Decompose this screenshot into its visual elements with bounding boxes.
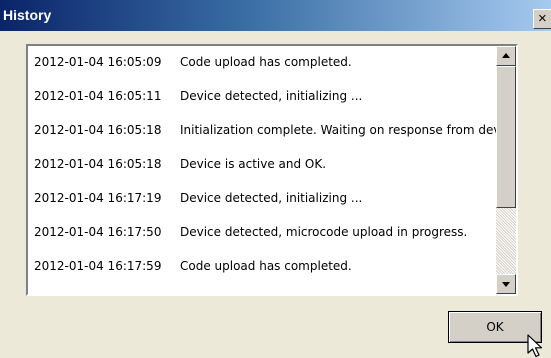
history-row[interactable]: 2012-01-04 16:05:18 Initialization comple… xyxy=(28,120,496,142)
history-row[interactable]: 2012-01-04 16:05:11 Device detected, init… xyxy=(28,86,496,108)
vertical-scrollbar[interactable] xyxy=(496,46,516,294)
dialog-title: History xyxy=(3,7,52,23)
history-message: Code upload has completed. xyxy=(180,55,352,69)
history-message: Device detected, initializing ... xyxy=(180,89,363,103)
mouse-pointer-icon xyxy=(527,334,543,358)
history-timestamp: 2012-01-04 16:17:50 xyxy=(34,225,162,239)
history-dialog: History × 2012-01-04 16:05:09 Code upload… xyxy=(0,0,551,358)
history-message: Code upload has completed. xyxy=(180,259,352,273)
history-row[interactable]: 2012-01-04 16:05:09 Code upload has compl… xyxy=(28,52,496,74)
close-icon: × xyxy=(538,10,547,27)
history-row[interactable]: 2012-01-04 16:17:19 Device detected, init… xyxy=(28,188,496,210)
history-rows: 2012-01-04 16:05:09 Code upload has compl… xyxy=(28,46,496,294)
scroll-thumb[interactable] xyxy=(496,66,516,208)
history-message: Device detected, initializing ... xyxy=(180,191,363,205)
history-message: Device detected, microcode upload in pro… xyxy=(180,225,468,239)
scroll-track[interactable] xyxy=(496,208,516,274)
history-row[interactable]: 2012-01-04 16:17:59 Code upload has compl… xyxy=(28,256,496,278)
history-timestamp: 2012-01-04 16:05:11 xyxy=(34,89,162,103)
history-list[interactable]: 2012-01-04 16:05:09 Code upload has compl… xyxy=(26,44,518,296)
close-button[interactable]: × xyxy=(533,9,551,29)
history-timestamp: 2012-01-04 16:17:19 xyxy=(34,191,162,205)
history-timestamp: 2012-01-04 16:17:59 xyxy=(34,259,162,273)
scroll-down-button[interactable] xyxy=(496,274,516,294)
history-timestamp: 2012-01-04 16:05:09 xyxy=(34,55,162,69)
history-timestamp: 2012-01-04 16:05:18 xyxy=(34,123,162,137)
scroll-up-button[interactable] xyxy=(496,46,516,66)
history-message: Initialization complete. Waiting on resp… xyxy=(180,123,496,137)
title-bar[interactable]: History × xyxy=(0,0,551,31)
scroll-down-arrow-icon xyxy=(502,282,510,287)
history-timestamp: 2012-01-04 16:05:18 xyxy=(34,157,162,171)
history-row[interactable]: 2012-01-04 16:17:50 Device detected, micr… xyxy=(28,222,496,244)
scroll-up-arrow-icon xyxy=(502,53,510,58)
history-message: Device is active and OK. xyxy=(180,157,327,171)
history-row[interactable]: 2012-01-04 16:05:18 Device is active and … xyxy=(28,154,496,176)
